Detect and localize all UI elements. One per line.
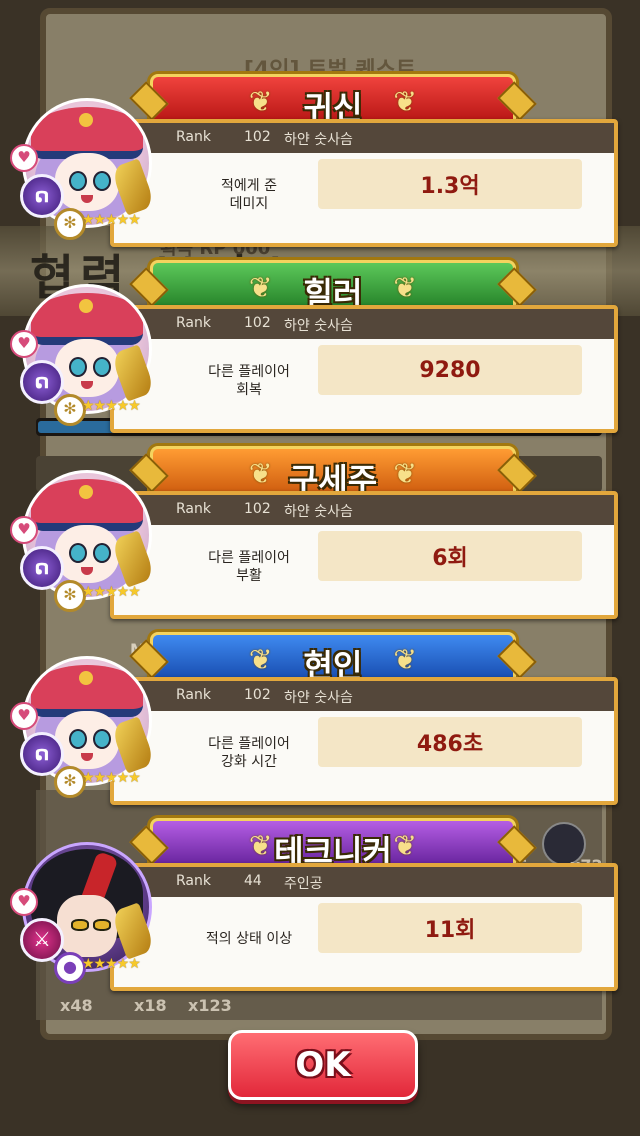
- stat-value: 11회: [318, 903, 582, 953]
- stat-label: 다른 플레이어 부활: [208, 550, 290, 584]
- ok-button[interactable]: OK: [228, 1030, 418, 1100]
- rank-label: Rank: [176, 129, 211, 145]
- rarity-stars: ★★★★★: [82, 584, 141, 600]
- panel-header: Rank 102 하얀 숫사슴: [114, 495, 614, 525]
- rank-value: 44: [244, 873, 262, 889]
- rarity-stars: ★★★★★: [82, 956, 141, 972]
- rank-label: Rank: [176, 873, 211, 889]
- character-name: 하얀 숫사슴: [284, 132, 353, 148]
- rarity-stars: ★★★★★: [82, 212, 141, 228]
- stat-value: 1.3억: [318, 159, 582, 209]
- heart-icon: ♥: [10, 702, 38, 730]
- panel-header: Rank 102 하얀 숫사슴: [114, 681, 614, 711]
- heart-icon: ♥: [10, 144, 38, 172]
- laurel-icon: ❦: [393, 85, 417, 118]
- heart-icon: ♥: [10, 888, 38, 916]
- class-icon: ດ: [20, 174, 64, 218]
- character-name: 주인공: [284, 876, 323, 892]
- laurel-icon: ❦: [393, 829, 417, 862]
- rank-value: 102: [244, 687, 271, 703]
- panel-header: Rank 102 하얀 숫사슴: [114, 123, 614, 153]
- award-card-healer: ❦ 힐러 ❦ Rank 102 하얀 숫사슴 다른 플레이어 회복 9280 ♥…: [0, 260, 640, 433]
- stat-label: 적의 상태 이상: [205, 931, 293, 947]
- stat-label: 적에게 준 데미지: [221, 178, 277, 212]
- character-name: 하얀 숫사슴: [284, 504, 353, 520]
- rank-value: 102: [244, 501, 271, 517]
- heart-icon: ♥: [10, 516, 38, 544]
- rank-value: 102: [244, 315, 271, 331]
- award-card-savior: ❦ 구세주 ❦ Rank 102 하얀 숫사슴 다른 플레이어 부활 6회 ♥ …: [0, 446, 640, 619]
- character-name: 하얀 숫사슴: [284, 318, 353, 334]
- class-icon: ດ: [20, 360, 64, 404]
- laurel-icon: ❦: [393, 271, 417, 304]
- rank-value: 102: [244, 129, 271, 145]
- rank-label: Rank: [176, 687, 211, 703]
- class-icon: ດ: [20, 732, 64, 776]
- character-name: 하얀 숫사슴: [284, 690, 353, 706]
- award-panel: Rank 102 하얀 숫사슴 다른 플레이어 강화 시간 486초: [110, 677, 618, 805]
- award-panel: Rank 102 하얀 숫사슴 다른 플레이어 부활 6회: [110, 491, 618, 619]
- award-card-sage: ❦ 현인 ❦ Rank 102 하얀 숫사슴 다른 플레이어 강화 시간 486…: [0, 632, 640, 805]
- laurel-icon: ❦: [393, 457, 417, 490]
- rarity-stars: ★★★★★: [82, 770, 141, 786]
- stat-label: 다른 플레이어 회복: [208, 364, 290, 398]
- stat-value: 6회: [318, 531, 582, 581]
- award-panel: Rank 44 주인공 적의 상태 이상 11회: [110, 863, 618, 991]
- class-icon: ດ: [20, 546, 64, 590]
- item-count: x48: [60, 996, 93, 1015]
- award-panel: Rank 102 하얀 숫사슴 적에게 준 데미지 1.3억: [110, 119, 618, 247]
- panel-header: Rank 44 주인공: [114, 867, 614, 897]
- award-card-ghost: ❦ 귀신 ❦ Rank 102 하얀 숫사슴 적에게 준 데미지 1.3억 ♥ …: [0, 74, 640, 247]
- item-count: x18: [134, 996, 167, 1015]
- award-panel: Rank 102 하얀 숫사슴 다른 플레이어 회복 9280: [110, 305, 618, 433]
- sword-class-icon: ⚔: [20, 918, 64, 962]
- stat-label: 다른 플레이어 강화 시간: [208, 736, 290, 770]
- rarity-stars: ★★★★★: [82, 398, 141, 414]
- award-card-technician: ❦ 테크니커 ❦ Rank 44 주인공 적의 상태 이상 11회 ♥ ⚔ ● …: [0, 818, 640, 991]
- rank-label: Rank: [176, 501, 211, 517]
- rank-label: Rank: [176, 315, 211, 331]
- item-count: x123: [188, 996, 232, 1015]
- panel-header: Rank 102 하얀 숫사슴: [114, 309, 614, 339]
- laurel-icon: ❦: [393, 643, 417, 676]
- stat-value: 486초: [318, 717, 582, 767]
- stat-value: 9280: [318, 345, 582, 395]
- heart-icon: ♥: [10, 330, 38, 358]
